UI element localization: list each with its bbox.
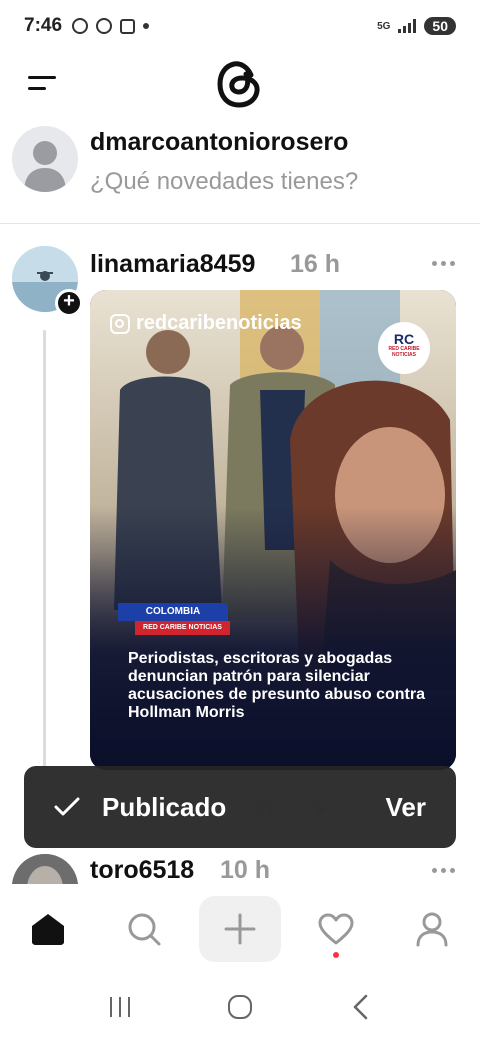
- next-post-time: 10 h: [220, 856, 271, 884]
- app-header: [0, 52, 480, 118]
- toast-message: Publicado: [102, 791, 227, 822]
- media-tag-country: COLOMBIA: [118, 603, 228, 621]
- bottom-nav: [0, 884, 480, 974]
- profile-icon: [416, 912, 448, 947]
- status-notification-icons: [72, 18, 150, 34]
- home-circle-icon: [228, 995, 252, 1019]
- avatar: [12, 126, 78, 192]
- system-nav-bar: [0, 974, 480, 1040]
- toast-view-button[interactable]: Ver: [386, 792, 427, 823]
- status-time: 7:46: [24, 15, 63, 36]
- signal-icon: [398, 19, 417, 33]
- post-time: 16 h: [290, 250, 341, 278]
- nav-home[interactable]: [0, 884, 96, 974]
- back-icon: [353, 994, 368, 1020]
- heart-icon: [318, 913, 354, 945]
- media-handle-text: redcaribenoticias: [136, 312, 302, 334]
- instagram-icon: [110, 313, 130, 334]
- composer-username: dmarcoantoniorosero: [90, 128, 349, 156]
- back-button[interactable]: [340, 992, 380, 1022]
- nav-compose[interactable]: [192, 884, 288, 974]
- threads-notification-icon: [72, 18, 89, 34]
- thread-line: [43, 330, 46, 770]
- more-notifications-icon: [143, 23, 150, 29]
- published-toast: Publicado Ver: [24, 766, 456, 848]
- activity-notification-dot: [333, 952, 339, 958]
- battery-indicator: 50: [424, 17, 456, 35]
- screenshot-notification-icon: [120, 18, 136, 34]
- menu-icon[interactable]: [28, 72, 56, 94]
- nav-profile[interactable]: [384, 884, 480, 974]
- home-button[interactable]: [220, 992, 260, 1022]
- media-tag-source: RED CARIBE NOTICIAS: [135, 621, 230, 635]
- post-more-icon[interactable]: [432, 261, 455, 266]
- threads-logo-icon[interactable]: [214, 56, 266, 112]
- search-icon: [128, 913, 161, 946]
- media-headline: Periodistas, escritoras y abogadas denun…: [128, 650, 425, 721]
- recents-icon: [110, 997, 130, 1017]
- post-username[interactable]: linamaria8459: [90, 250, 255, 279]
- network-label: 5G: [377, 20, 391, 32]
- home-icon: [32, 914, 64, 945]
- app-notification-icon: [96, 18, 113, 34]
- composer-prompt[interactable]: ¿Qué novedades tienes?: [90, 168, 358, 196]
- status-bar: 7:46 5G 50: [0, 0, 480, 52]
- next-post-more-icon[interactable]: [432, 868, 455, 873]
- composer[interactable]: dmarcoantoniorosero ¿Qué novedades tiene…: [0, 122, 480, 224]
- media-handle: redcaribenoticias: [110, 312, 302, 335]
- plus-icon: [224, 913, 256, 945]
- status-right: 5G 50: [377, 17, 456, 35]
- compose-button[interactable]: [199, 896, 281, 962]
- check-icon: [54, 797, 80, 816]
- recents-button[interactable]: [100, 992, 140, 1022]
- post-media[interactable]: redcaribenoticias RC RED CARIBE NOTICIAS…: [90, 290, 456, 770]
- nav-activity[interactable]: [288, 884, 384, 974]
- nav-search[interactable]: [96, 884, 192, 974]
- follow-button[interactable]: +: [55, 289, 83, 317]
- media-source-logo: RC RED CARIBE NOTICIAS: [378, 322, 430, 374]
- next-post-username[interactable]: toro6518: [90, 856, 194, 885]
